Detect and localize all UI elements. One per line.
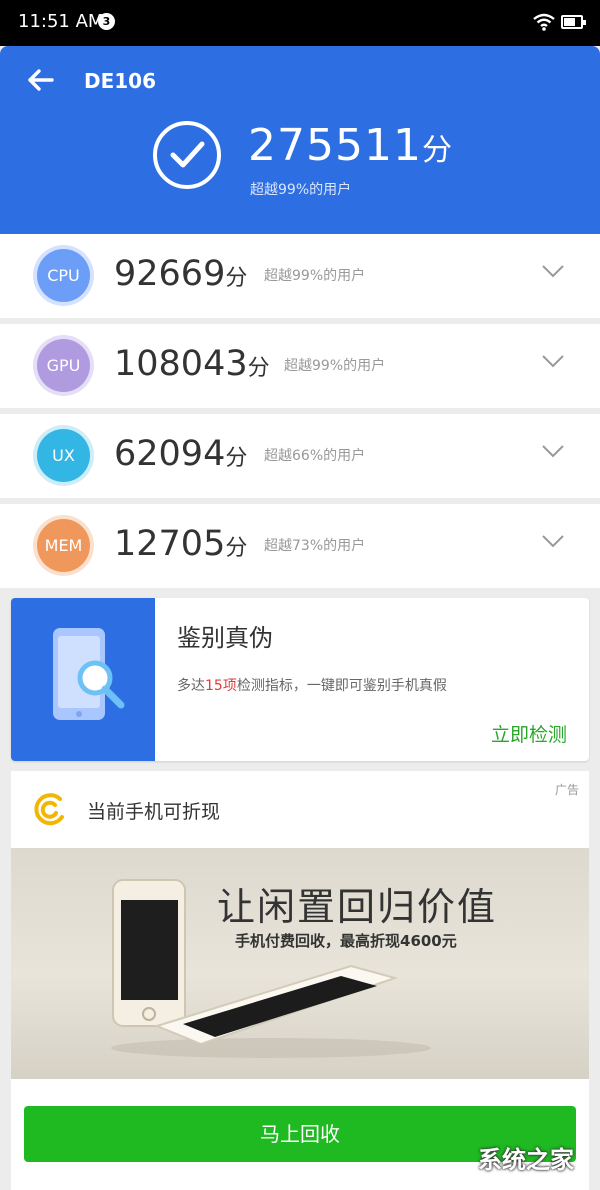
ux-score-unit: 分	[225, 446, 248, 471]
chevron-down-icon[interactable]	[541, 444, 565, 458]
chevron-down-icon[interactable]	[541, 534, 565, 548]
score-row-cpu[interactable]: CPU 92669分 超越99%的用户	[0, 234, 600, 318]
ad-banner[interactable]: 让闲置回归价值 手机付费回收，最高折现4600元	[11, 848, 589, 1079]
verify-illustration	[11, 598, 155, 761]
verify-card[interactable]: 鉴别真伪 多达15项检测指标，一键即可鉴别手机真假 立即检测	[11, 598, 589, 761]
ad-subline: 手机付费回收，最高折现4600元	[235, 932, 457, 950]
gpu-badge: GPU	[37, 339, 90, 392]
cpu-score-value: 92669	[114, 254, 226, 294]
check-circle-icon	[153, 121, 221, 189]
phone-search-icon	[53, 628, 125, 720]
notification-count-badge: 3	[98, 13, 115, 30]
gpu-percentile: 超越99%的用户	[284, 358, 386, 374]
ux-score-value: 62094	[114, 434, 226, 474]
gpu-score-value: 108043	[114, 344, 248, 384]
back-arrow-icon[interactable]	[24, 64, 56, 96]
ux-score: 62094分	[114, 434, 247, 474]
battery-icon	[561, 15, 586, 29]
cpu-score: 92669分	[114, 254, 247, 294]
wifi-icon	[533, 13, 555, 31]
ad-headline: 让闲置回归价值	[217, 885, 498, 929]
chevron-down-icon[interactable]	[541, 264, 565, 278]
verify-desc-prefix: 多达	[177, 678, 205, 694]
verify-desc-highlight: 15项	[205, 678, 237, 694]
cpu-badge: CPU	[37, 249, 90, 302]
verify-title: 鉴别真伪	[177, 624, 273, 652]
mem-score-value: 12705	[114, 524, 226, 564]
gpu-score: 108043分	[114, 344, 270, 384]
mem-percentile: 超越73%的用户	[264, 538, 366, 554]
cash-out-icon	[34, 793, 64, 826]
ad-tag: 广告	[554, 783, 579, 797]
ux-badge: UX	[37, 429, 90, 482]
chevron-down-icon[interactable]	[541, 354, 565, 368]
watermark-text: 系统之家	[478, 1146, 574, 1174]
mem-score: 12705分	[114, 524, 247, 564]
verify-now-link[interactable]: 立即检测	[491, 720, 567, 747]
ad-title: 当前手机可折现	[87, 801, 221, 823]
verify-desc-suffix: 检测指标，一键即可鉴别手机真假	[236, 678, 447, 694]
total-score-value: 275511	[248, 120, 422, 171]
mem-score-unit: 分	[225, 536, 248, 561]
verify-description: 多达15项检测指标，一键即可鉴别手机真假	[177, 675, 447, 695]
gpu-score-unit: 分	[247, 356, 270, 381]
total-score-unit: 分	[421, 133, 453, 168]
cpu-percentile: 超越99%的用户	[264, 268, 366, 284]
total-score: 275511分	[248, 120, 453, 171]
status-bar: 11:51 AM 3	[0, 0, 600, 46]
score-header: DE106 275511分 超越99%的用户	[0, 46, 600, 234]
total-score-percentile: 超越99%的用户	[250, 182, 352, 198]
score-row-ux[interactable]: UX 62094分 超越66%的用户	[0, 414, 600, 498]
device-name: DE106	[84, 69, 157, 93]
score-row-mem[interactable]: MEM 12705分 超越73%的用户	[0, 504, 600, 588]
status-time: 11:51 AM	[18, 11, 104, 32]
ad-card[interactable]: 广告 当前手机可折现 让闲置回归价值 手机付费回收，最高折现4600元 马上回收	[11, 771, 589, 1190]
ux-percentile: 超越66%的用户	[264, 448, 366, 464]
cpu-score-unit: 分	[225, 266, 248, 291]
mem-badge: MEM	[37, 519, 90, 572]
score-row-gpu[interactable]: GPU 108043分 超越99%的用户	[0, 324, 600, 408]
